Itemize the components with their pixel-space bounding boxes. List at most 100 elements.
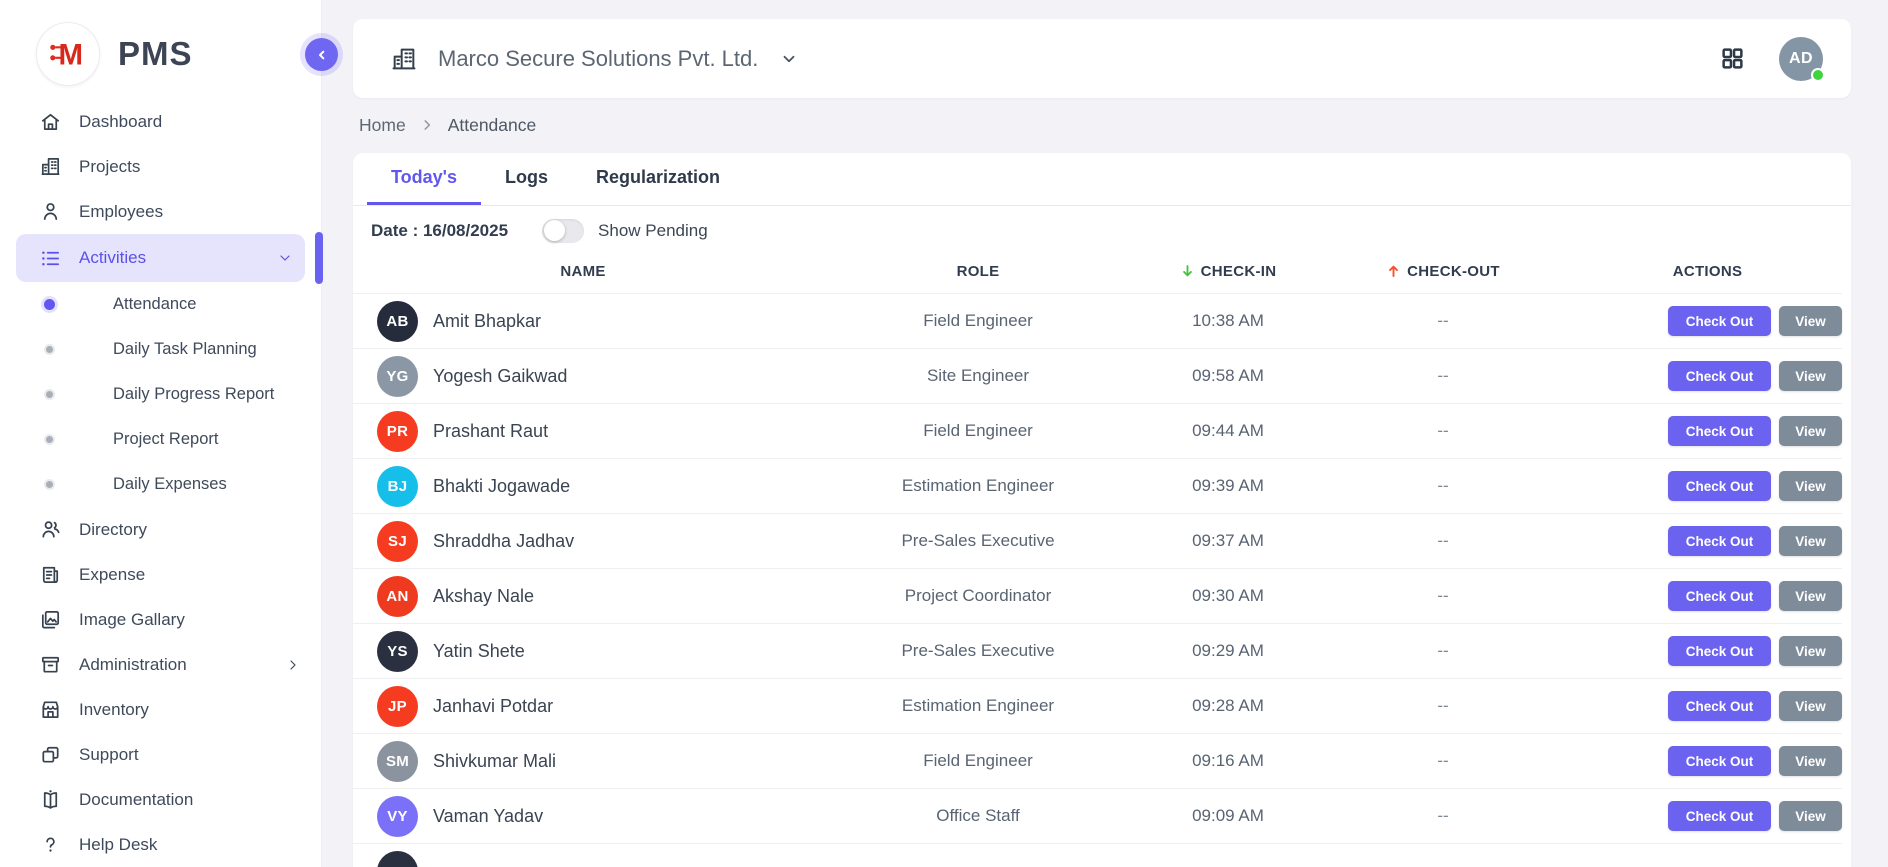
app-logo-row: M PMS: [0, 0, 321, 86]
check-out-button[interactable]: Check Out: [1668, 746, 1771, 776]
actions-cell: Check Out View: [1573, 471, 1842, 501]
attendance-card: Today'sLogsRegularization Date : 16/08/2…: [353, 153, 1851, 867]
check-in-cell: 09:29 AM: [1143, 641, 1313, 661]
check-out-cell: --: [1313, 696, 1573, 716]
sidebar-item-image-gallary[interactable]: Image Gallary: [0, 597, 321, 642]
actions-cell: Check Out View: [1573, 416, 1842, 446]
sidebar-item-label: Administration: [79, 655, 187, 675]
sidebar-item-support[interactable]: Support: [0, 732, 321, 777]
table-header-row: NAME ROLE CHECK-IN CHECK-OUT ACTIONS: [353, 249, 1842, 294]
sidebar-item-project-report[interactable]: Project Report: [0, 417, 321, 462]
view-button[interactable]: View: [1779, 471, 1842, 501]
table-row: SJShraddha JadhavPre-Sales Executive09:3…: [353, 514, 1842, 569]
sidebar-item-help-desk[interactable]: Help Desk: [0, 822, 321, 867]
sidebar-item-inventory[interactable]: Inventory: [0, 687, 321, 732]
view-button[interactable]: View: [1779, 526, 1842, 556]
view-button[interactable]: View: [1779, 361, 1842, 391]
chevron-down-icon: [780, 50, 798, 68]
sidebar-item-administration[interactable]: Administration: [0, 642, 321, 687]
breadcrumb-home[interactable]: Home: [359, 115, 406, 136]
check-in-cell: 09:44 AM: [1143, 421, 1313, 441]
name-cell: SMShivkumar Mali: [353, 741, 813, 782]
show-pending-toggle[interactable]: [542, 219, 584, 243]
sidebar-item-projects[interactable]: Projects: [0, 144, 321, 189]
check-out-button[interactable]: Check Out: [1668, 471, 1771, 501]
sidebar-item-label: Directory: [79, 520, 147, 540]
check-out-button[interactable]: Check Out: [1668, 636, 1771, 666]
breadcrumb: Home Attendance: [359, 112, 1851, 138]
gallery-icon: [38, 608, 62, 632]
check-out-button[interactable]: Check Out: [1668, 361, 1771, 391]
sidebar-collapse-button[interactable]: [305, 38, 338, 71]
view-button[interactable]: View: [1779, 416, 1842, 446]
table-row: BJBhakti JogawadeEstimation Engineer09:3…: [353, 459, 1842, 514]
view-button[interactable]: View: [1779, 581, 1842, 611]
sidebar-item-dashboard[interactable]: Dashboard: [0, 99, 321, 144]
home-icon: [38, 110, 62, 134]
main-area: Marco Secure Solutions Pvt. Ltd. AD Home…: [322, 0, 1888, 867]
sidebar-item-label: Inventory: [79, 700, 149, 720]
chevron-right-icon: [285, 657, 301, 673]
check-out-button[interactable]: Check Out: [1668, 306, 1771, 336]
employee-name: Shivkumar Mali: [433, 751, 556, 772]
check-out-button[interactable]: Check Out: [1668, 416, 1771, 446]
role-cell: Estimation Engineer: [813, 476, 1143, 496]
sidebar-item-label: Support: [79, 745, 139, 765]
sidebar-item-expense[interactable]: Expense: [0, 552, 321, 597]
avatar: VY: [377, 796, 418, 837]
sidebar-item-documentation[interactable]: Documentation: [0, 777, 321, 822]
view-button[interactable]: View: [1779, 691, 1842, 721]
check-out-cell: --: [1313, 531, 1573, 551]
actions-cell: Check Out View: [1573, 581, 1842, 611]
sidebar-item-daily-progress-report[interactable]: Daily Progress Report: [0, 372, 321, 417]
toggle-knob: [544, 220, 565, 241]
check-out-button[interactable]: Check Out: [1668, 581, 1771, 611]
name-cell: ABAmit Bhapkar: [353, 301, 813, 342]
sidebar-item-daily-expenses[interactable]: Daily Expenses: [0, 462, 321, 507]
tab-today-s[interactable]: Today's: [367, 153, 481, 205]
tab-logs[interactable]: Logs: [481, 153, 572, 205]
attendance-table: NAME ROLE CHECK-IN CHECK-OUT ACTIONS ABAmit …: [353, 249, 1851, 867]
inventory-icon: [38, 698, 62, 722]
employee-name: Yogesh Gaikwad: [433, 366, 567, 387]
column-header-check-out[interactable]: CHECK-OUT: [1313, 263, 1573, 280]
company-selector[interactable]: Marco Secure Solutions Pvt. Ltd.: [390, 45, 798, 73]
sidebar-item-daily-task-planning[interactable]: Daily Task Planning: [0, 327, 321, 372]
sidebar-item-attendance[interactable]: Attendance: [0, 282, 321, 327]
check-out-button[interactable]: Check Out: [1668, 801, 1771, 831]
view-button[interactable]: View: [1779, 306, 1842, 336]
check-out-button[interactable]: Check Out: [1668, 526, 1771, 556]
check-out-button[interactable]: Check Out: [1668, 691, 1771, 721]
tab-regularization[interactable]: Regularization: [572, 153, 744, 205]
sidebar-item-label: Expense: [79, 565, 145, 585]
actions-cell: Check Out View: [1573, 691, 1842, 721]
role-cell: Pre-Sales Executive: [813, 531, 1143, 551]
sidebar-item-directory[interactable]: Directory: [0, 507, 321, 552]
sidebar-item-employees[interactable]: Employees: [0, 189, 321, 234]
view-button[interactable]: View: [1779, 746, 1842, 776]
sidebar-item-label: Documentation: [79, 790, 193, 810]
bullet-dot-icon: [43, 344, 55, 356]
column-header-actions[interactable]: ACTIONS: [1573, 263, 1842, 280]
sidebar: M PMS DashboardProjectsEmployeesActiviti…: [0, 0, 322, 867]
apps-grid-icon[interactable]: [1720, 46, 1745, 71]
sidebar-item-activities[interactable]: Activities: [16, 234, 305, 282]
view-button[interactable]: View: [1779, 636, 1842, 666]
column-label: CHECK-IN: [1201, 263, 1277, 280]
check-out-cell: --: [1313, 586, 1573, 606]
column-header-check-in[interactable]: CHECK-IN: [1143, 263, 1313, 280]
avatar: YG: [377, 356, 418, 397]
name-cell: SJShraddha Jadhav: [353, 521, 813, 562]
chevron-down-icon: [277, 250, 293, 266]
user-avatar[interactable]: AD: [1779, 37, 1823, 81]
column-label: ACTIONS: [1673, 263, 1743, 280]
view-button[interactable]: View: [1779, 801, 1842, 831]
column-header-role[interactable]: ROLE: [813, 263, 1143, 280]
column-label: ROLE: [957, 263, 1000, 280]
check-in-cell: 09:37 AM: [1143, 531, 1313, 551]
expense-icon: [38, 563, 62, 587]
column-header-name[interactable]: NAME: [353, 263, 813, 280]
check-in-cell: 09:09 AM: [1143, 806, 1313, 826]
date-label: Date : 16/08/2025: [371, 221, 508, 241]
check-out-cell: --: [1313, 641, 1573, 661]
